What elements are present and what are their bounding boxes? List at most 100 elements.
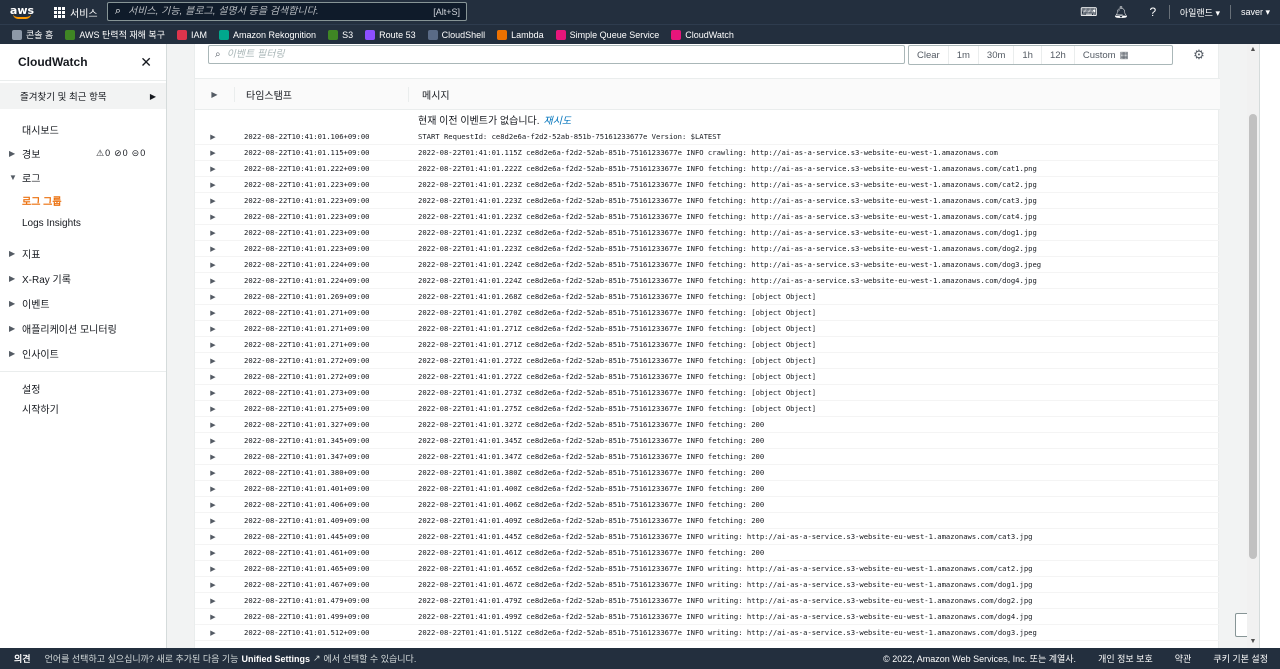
expand-row-icon[interactable]: ▶: [195, 197, 231, 205]
sidebar-item-settings[interactable]: 설정: [0, 378, 166, 398]
event-filter[interactable]: ⌕: [208, 45, 905, 64]
sidebar-item-app-monitoring[interactable]: ▶ 애플리케이션 모니터링: [0, 315, 166, 341]
notifications-bell-icon[interactable]: 🔔︎: [1105, 0, 1137, 24]
range-30m-button[interactable]: 30m: [979, 46, 1015, 64]
retry-link[interactable]: 재시도: [544, 112, 572, 127]
expand-row-icon[interactable]: ▶: [195, 261, 231, 269]
page-scrollbar[interactable]: ▲ ▼: [1247, 44, 1259, 648]
table-row[interactable]: ▶ 2022-08-22T10:41:01.115+09:00 2022-08-22…: [195, 145, 1220, 161]
custom-range-button[interactable]: Custom ▦: [1075, 46, 1137, 64]
sidebar-item-alarms[interactable]: ▶ 경보 ⚠ 0 ⊘ 0 ⊝ 0: [0, 141, 166, 165]
services-menu-button[interactable]: 서비스: [44, 0, 104, 24]
table-row[interactable]: ▶ 2022-08-22T10:41:01.275+09:00 2022-08-22…: [195, 401, 1220, 417]
expand-row-icon[interactable]: ▶: [195, 325, 231, 333]
fav-lambda[interactable]: Lambda: [497, 29, 544, 40]
fav-drs[interactable]: AWS 탄력적 재해 복구: [65, 28, 165, 41]
privacy-link[interactable]: 개인 정보 보호: [1098, 652, 1153, 665]
expand-row-icon[interactable]: ▶: [195, 277, 231, 285]
table-row[interactable]: ▶ 2022-08-22T10:41:01.222+09:00 2022-08-22…: [195, 161, 1220, 177]
table-row[interactable]: ▶ 2022-08-22T10:41:01.347+09:00 2022-08-22…: [195, 449, 1220, 465]
expand-row-icon[interactable]: ▶: [195, 533, 231, 541]
region-selector[interactable]: 아일랜드 ▾: [1170, 6, 1230, 19]
range-12h-button[interactable]: 12h: [1042, 46, 1075, 64]
table-row[interactable]: ▶ 2022-08-22T10:41:01.106+09:00 START Requ…: [195, 129, 1220, 145]
table-row[interactable]: ▶ 2022-08-22T10:41:01.223+09:00 2022-08-22…: [195, 193, 1220, 209]
expand-row-icon[interactable]: ▶: [195, 389, 231, 397]
expand-row-icon[interactable]: ▶: [195, 149, 231, 157]
expand-row-icon[interactable]: ▶: [195, 597, 231, 605]
table-row[interactable]: ▶ 2022-08-22T10:41:01.467+09:00 2022-08-22…: [195, 577, 1220, 593]
table-row[interactable]: ▶ 2022-08-22T10:41:01.223+09:00 2022-08-22…: [195, 209, 1220, 225]
close-icon[interactable]: ✕: [140, 54, 152, 71]
cloudshell-icon[interactable]: ⌨: [1073, 0, 1105, 24]
table-row[interactable]: ▶ 2022-08-22T10:41:01.461+09:00 2022-08-22…: [195, 545, 1220, 561]
table-row[interactable]: ▶ 2022-08-22T10:41:01.465+09:00 2022-08-22…: [195, 561, 1220, 577]
expand-row-icon[interactable]: ▶: [195, 165, 231, 173]
expand-row-icon[interactable]: ▶: [195, 581, 231, 589]
table-row[interactable]: ▶ 2022-08-22T10:41:01.223+09:00 2022-08-22…: [195, 241, 1220, 257]
clear-button[interactable]: Clear: [909, 46, 949, 64]
table-row[interactable]: ▶ 2022-08-22T10:41:01.271+09:00 2022-08-22…: [195, 321, 1220, 337]
expand-row-icon[interactable]: ▶: [195, 469, 231, 477]
fav-iam[interactable]: IAM: [176, 29, 207, 40]
scroll-down-arrow-icon[interactable]: ▼: [1247, 636, 1259, 648]
table-row[interactable]: ▶ 2022-08-22T10:41:01.223+09:00 2022-08-22…: [195, 177, 1220, 193]
table-row[interactable]: ▶ 2022-08-22T10:41:01.406+09:00 2022-08-22…: [195, 497, 1220, 513]
sidebar-item-logs[interactable]: ▼ 로그: [0, 165, 166, 189]
fav-s3[interactable]: S3: [328, 29, 353, 40]
favorites-recent-toggle[interactable]: 즐겨찾기 및 최근 항목 ▶: [0, 83, 166, 109]
table-row[interactable]: ▶ 2022-08-22T10:41:01.269+09:00 2022-08-22…: [195, 289, 1220, 305]
expand-row-icon[interactable]: ▶: [195, 501, 231, 509]
sidebar-item-dashboard[interactable]: 대시보드: [0, 117, 166, 141]
expand-row-icon[interactable]: ▶: [195, 133, 231, 141]
table-row[interactable]: ▶ 2022-08-22T10:41:01.409+09:00 2022-08-22…: [195, 513, 1220, 529]
range-1m-button[interactable]: 1m: [949, 46, 979, 64]
table-row[interactable]: ▶ 2022-08-22T10:41:01.271+09:00 2022-08-22…: [195, 305, 1220, 321]
expand-row-icon[interactable]: ▶: [195, 357, 231, 365]
table-row[interactable]: ▶ 2022-08-22T10:41:01.345+09:00 2022-08-22…: [195, 433, 1220, 449]
range-1h-button[interactable]: 1h: [1014, 46, 1042, 64]
fav-cloudshell[interactable]: CloudShell: [427, 29, 485, 40]
expand-row-icon[interactable]: ▶: [195, 373, 231, 381]
expand-row-icon[interactable]: ▶: [195, 437, 231, 445]
expand-row-icon[interactable]: ▶: [195, 229, 231, 237]
sidebar-item-getting-started[interactable]: 시작하기: [0, 398, 166, 418]
expand-row-icon[interactable]: ▶: [195, 213, 231, 221]
table-row[interactable]: ▶ 2022-08-22T10:41:01.272+09:00 2022-08-22…: [195, 369, 1220, 385]
expand-row-icon[interactable]: ▶: [195, 453, 231, 461]
feedback-link[interactable]: 의견: [0, 652, 45, 665]
sidebar-item-insights[interactable]: ▶ 인사이트: [0, 341, 166, 365]
scroll-up-arrow-icon[interactable]: ▲: [1247, 44, 1259, 56]
terms-link[interactable]: 약관: [1175, 652, 1192, 665]
expand-row-icon[interactable]: ▶: [195, 517, 231, 525]
table-row[interactable]: ▶ 2022-08-22T10:41:01.499+09:00 2022-08-22…: [195, 609, 1220, 625]
table-row[interactable]: ▶ 2022-08-22T10:41:01.272+09:00 2022-08-22…: [195, 353, 1220, 369]
expand-row-icon[interactable]: ▶: [195, 341, 231, 349]
expand-row-icon[interactable]: ▶: [195, 309, 231, 317]
expand-row-icon[interactable]: ▶: [195, 549, 231, 557]
unified-settings-link[interactable]: Unified Settings: [241, 654, 310, 664]
expand-row-icon[interactable]: ▶: [195, 245, 231, 253]
table-row[interactable]: ▶ 2022-08-22T10:41:01.479+09:00 2022-08-22…: [195, 593, 1220, 609]
fav-rekognition[interactable]: Amazon Rekognition: [219, 29, 316, 40]
fav-route53[interactable]: Route 53: [365, 29, 416, 40]
sidebar-item-events[interactable]: ▶ 이벤트: [0, 291, 166, 315]
fav-sqs[interactable]: Simple Queue Service: [555, 29, 659, 40]
event-filter-input[interactable]: [226, 49, 904, 60]
expand-row-icon[interactable]: ▶: [195, 613, 231, 621]
table-row[interactable]: ▶ 2022-08-22T10:41:01.224+09:00 2022-08-22…: [195, 257, 1220, 273]
table-row[interactable]: ▶ 2022-08-22T10:41:01.401+09:00 2022-08-22…: [195, 481, 1220, 497]
help-icon[interactable]: ?: [1137, 0, 1169, 24]
sidebar-item-logs-insights[interactable]: Logs Insights: [0, 211, 166, 235]
expand-row-icon[interactable]: ▶: [195, 421, 231, 429]
table-row[interactable]: ▶ 2022-08-22T10:41:01.380+09:00 2022-08-22…: [195, 465, 1220, 481]
table-row[interactable]: ▶ 2022-08-22T10:41:01.223+09:00 2022-08-22…: [195, 225, 1220, 241]
expand-row-icon[interactable]: ▶: [195, 629, 231, 637]
sidebar-item-metrics[interactable]: ▶ 지표: [0, 241, 166, 265]
table-row[interactable]: ▶ 2022-08-22T10:41:01.273+09:00 2022-08-22…: [195, 385, 1220, 401]
table-row[interactable]: ▶ 2022-08-22T10:41:01.445+09:00 2022-08-22…: [195, 529, 1220, 545]
aws-logo[interactable]: aws: [0, 0, 44, 24]
global-search-input[interactable]: [128, 6, 434, 17]
cookie-preferences-link[interactable]: 쿠키 기본 설정: [1213, 652, 1268, 665]
expand-row-icon[interactable]: ▶: [195, 181, 231, 189]
